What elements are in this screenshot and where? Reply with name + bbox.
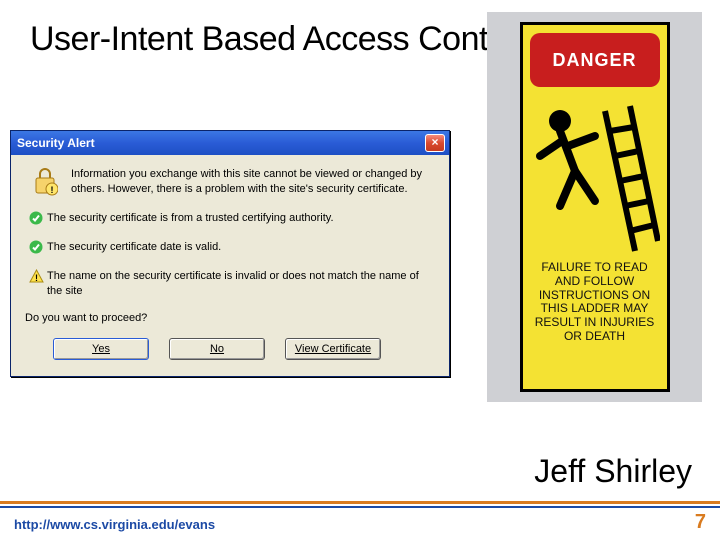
dialog-intro-row: ! Information you exchange with this sit… xyxy=(25,167,435,197)
yes-button[interactable]: Yes xyxy=(53,338,149,360)
danger-warning-text: FAILURE TO READ AND FOLLOW INSTRUCTIONS … xyxy=(530,261,660,344)
proceed-text: Do you want to proceed? xyxy=(25,312,435,324)
cert-item-text: The security certificate is from a trust… xyxy=(47,211,435,226)
danger-header: DANGER xyxy=(530,33,660,87)
svg-text:!: ! xyxy=(35,273,38,283)
cert-item-row: The security certificate is from a trust… xyxy=(25,211,435,226)
cert-item-text: The security certificate date is valid. xyxy=(47,240,435,255)
dialog-buttons: Yes No View Certificate xyxy=(25,338,435,360)
cert-item-text: The name on the security certificate is … xyxy=(47,269,435,299)
security-alert-dialog: Security Alert × ! Information you excha… xyxy=(10,130,450,377)
danger-sign: DANGER xyxy=(520,22,670,392)
footer-rule-blue xyxy=(0,506,720,508)
danger-sign-photo: DANGER xyxy=(487,12,702,402)
author-name: Jeff Shirley xyxy=(534,453,692,490)
dialog-titlebar[interactable]: Security Alert × xyxy=(11,131,449,155)
dialog-intro-text: Information you exchange with this site … xyxy=(71,167,435,197)
cert-item-row: ! The name on the security certificate i… xyxy=(25,269,435,299)
slide: User-Intent Based Access Control Securit… xyxy=(0,0,720,540)
svg-text:!: ! xyxy=(51,185,54,195)
cert-item-row: The security certificate date is valid. xyxy=(25,240,435,255)
close-icon[interactable]: × xyxy=(425,134,445,152)
check-icon xyxy=(25,240,47,254)
lock-warning-icon: ! xyxy=(25,167,65,197)
warning-icon: ! xyxy=(25,269,47,283)
dialog-body: ! Information you exchange with this sit… xyxy=(11,155,449,376)
page-number: 7 xyxy=(695,511,706,534)
footer-rule-orange xyxy=(0,501,720,504)
dialog-title: Security Alert xyxy=(15,136,425,150)
footer-url: http://www.cs.virginia.edu/evans xyxy=(14,517,215,532)
danger-label: DANGER xyxy=(552,50,636,71)
falling-person-ladder-icon xyxy=(530,91,660,261)
no-button[interactable]: No xyxy=(169,338,265,360)
slide-title: User-Intent Based Access Control xyxy=(30,20,524,59)
check-icon xyxy=(25,211,47,225)
view-certificate-button[interactable]: View Certificate xyxy=(285,338,381,360)
